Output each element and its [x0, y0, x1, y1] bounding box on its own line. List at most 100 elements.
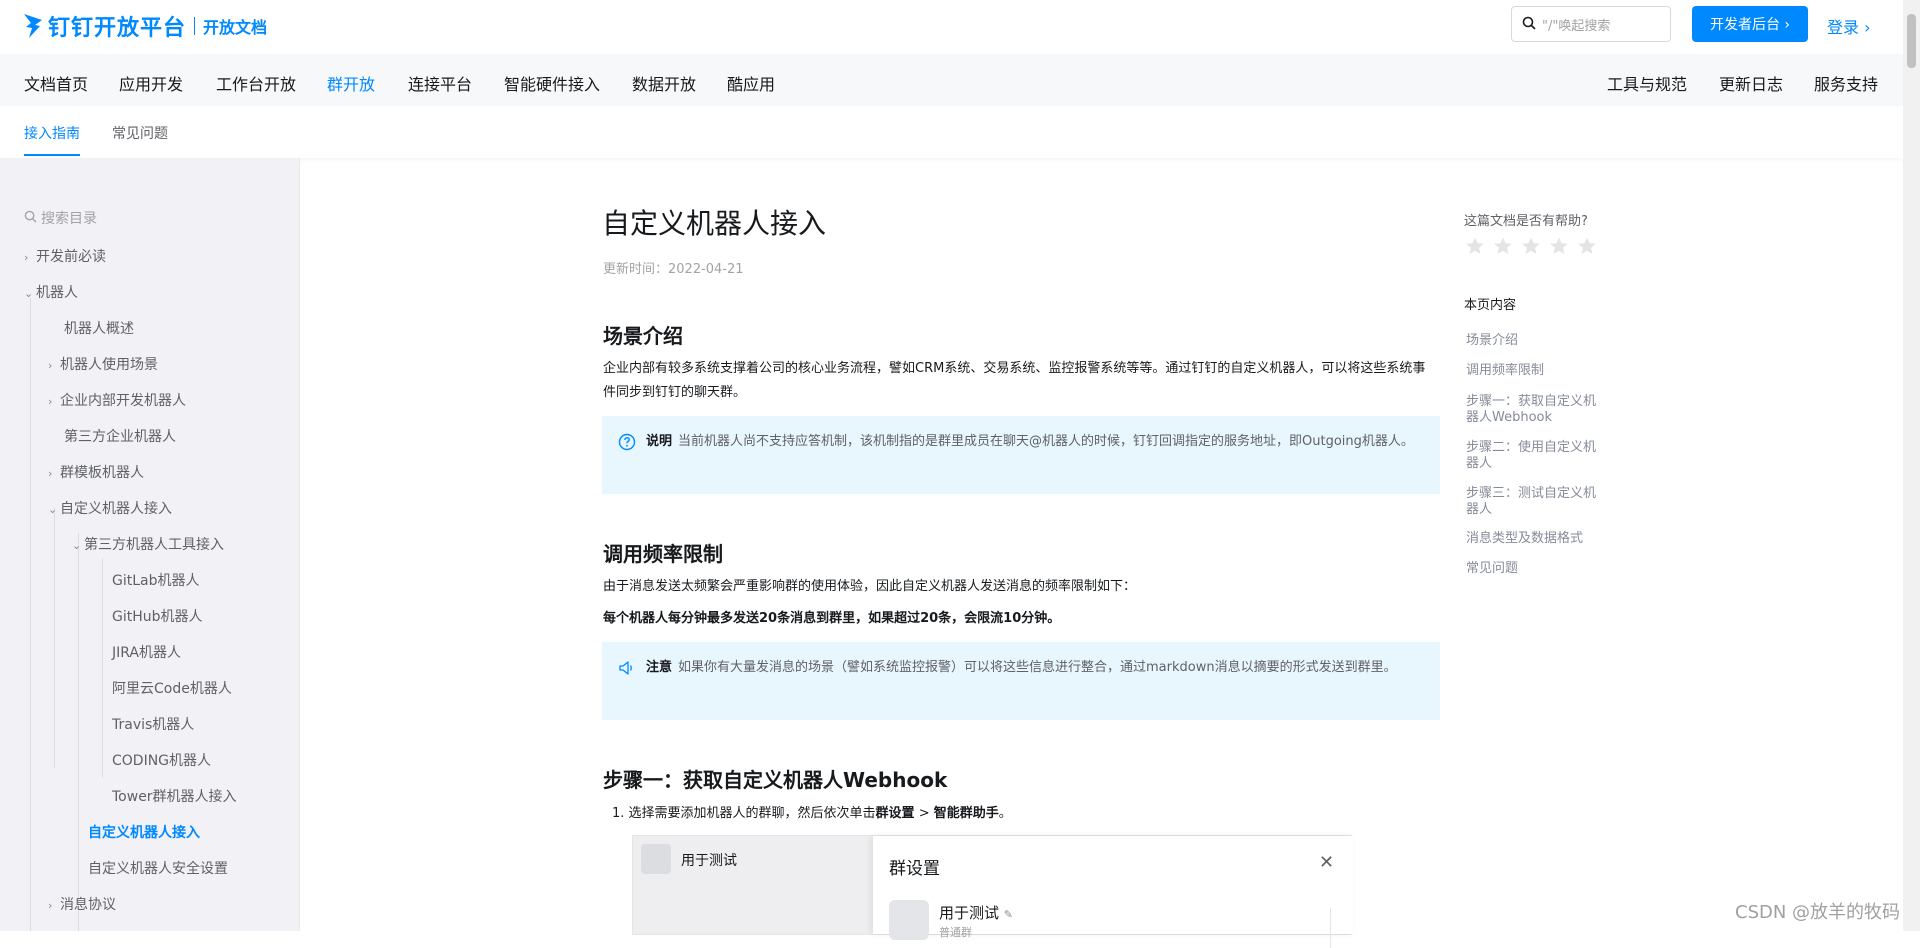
chat-list-pane: 用于测试: [633, 836, 873, 934]
toc-item-step3[interactable]: 步骤三：测试自定义机器人: [1466, 486, 1606, 518]
star-icon[interactable]: [1465, 236, 1485, 260]
toc-title: 本页内容: [1464, 298, 1517, 313]
chevron-right-icon: ›: [24, 251, 29, 264]
note-label: 注意: [646, 660, 673, 675]
chevron-down-icon: ⌄: [72, 539, 82, 552]
nav-app-dev[interactable]: 应用开发: [119, 71, 183, 95]
top-header: 钉钉开放平台 开放文档 "/"唤起搜索 开发者后台 › 登录 ›: [0, 0, 1903, 54]
nav-group-open[interactable]: 群开放: [327, 71, 375, 95]
nav-tools[interactable]: 工具与规范: [1607, 71, 1687, 95]
nav-cool-app[interactable]: 酷应用: [727, 71, 775, 95]
section-rate-bold: 每个机器人每分钟最多发送20条消息到群里，如果超过20条，会限流10分钟。: [603, 611, 1061, 626]
section-scene-text: 企业内部有较多系统支撑着公司的核心业务流程，譬如CRM系统、交易系统、监控报警系…: [603, 361, 1426, 400]
question-circle-icon: [618, 433, 636, 451]
sub-nav: 接入指南 常见问题: [0, 106, 1903, 158]
developer-console-button[interactable]: 开发者后台 ›: [1692, 6, 1808, 42]
star-icon[interactable]: [1521, 236, 1541, 260]
nav-connect[interactable]: 连接平台: [408, 71, 472, 95]
section-title-scene: 场景介绍: [603, 324, 683, 348]
note-label: 说明: [646, 434, 673, 449]
tree-item-template-robot[interactable]: › 群模板机器人: [48, 462, 144, 482]
nav-support[interactable]: 服务支持: [1814, 71, 1878, 95]
tree-item-robot-scenes[interactable]: › 机器人使用场景: [48, 354, 158, 374]
tree-item-travis[interactable]: Travis机器人: [112, 714, 194, 734]
page-scrollbar[interactable]: [1903, 0, 1920, 931]
nav-hardware[interactable]: 智能硬件接入: [504, 71, 600, 95]
tree-item-robot-overview[interactable]: 机器人概述: [64, 318, 134, 338]
edit-icon: ✎: [1003, 908, 1014, 921]
panel-group-name: 用于测试 ✎: [939, 904, 1014, 922]
toc-item-scene[interactable]: 场景介绍: [1466, 333, 1606, 349]
tree-item-security-settings[interactable]: 自定义机器人安全设置: [88, 858, 228, 878]
search-icon: [24, 210, 37, 227]
tree-item-gitlab[interactable]: GitLab机器人: [112, 570, 200, 590]
sidebar: 搜索目录 › 开发前必读 ⌄ 机器人 机器人概述 › 机器人使用场景 › 企业内部开发机…: [0, 158, 300, 931]
tree-item-third-party-tools[interactable]: ⌄ 第三方机器人工具接入: [72, 534, 224, 554]
main-nav: 文档首页 应用开发 工作台开放 群开放 连接平台 智能硬件接入 数据开放 酷应用…: [0, 54, 1903, 106]
nav-workbench[interactable]: 工作台开放: [216, 71, 296, 95]
tab-access-guide[interactable]: 接入指南: [24, 123, 80, 143]
note-text: 当前机器人尚不支持应答机制，该机制指的是群里成员在聊天@机器人的时候，钉钉回调指…: [678, 434, 1414, 449]
tree-item-github[interactable]: GitHub机器人: [112, 606, 203, 626]
login-link[interactable]: 登录 ›: [1827, 14, 1871, 38]
search-placeholder: "/"唤起搜索: [1542, 18, 1611, 34]
page-title: 自定义机器人接入: [602, 207, 827, 240]
chevron-down-icon: ⌄: [24, 287, 34, 300]
tree-item-custom-robot[interactable]: ⌄ 自定义机器人接入: [48, 498, 172, 518]
sidebar-search-placeholder: 搜索目录: [41, 211, 97, 227]
step1-instruction: 1. 选择需要添加机器人的群聊，然后依次单击群设置 > 智能群助手。: [612, 806, 1012, 821]
toc-item-step1[interactable]: 步骤一：获取自定义机器人Webhook: [1466, 394, 1606, 426]
star-icon[interactable]: [1549, 236, 1569, 260]
toc-item-rate-limit[interactable]: 调用频率限制: [1466, 363, 1606, 379]
helpful-question: 这篇文档是否有帮助?: [1464, 214, 1588, 229]
divider: [1330, 908, 1331, 948]
tree-item-third-party-robot[interactable]: 第三方企业机器人: [64, 426, 176, 446]
group-avatar: [889, 900, 929, 940]
tree-item-message-protocol[interactable]: › 消息协议: [48, 894, 116, 914]
tree-item-jira[interactable]: JIRA机器人: [112, 642, 181, 662]
toc-item-message-types[interactable]: 消息类型及数据格式: [1466, 531, 1606, 547]
note-text: 如果你有大量发消息的场景（譬如系统监控报警）可以将这些信息进行整合，通过mark…: [678, 660, 1397, 675]
nav-changelog[interactable]: 更新日志: [1719, 71, 1783, 95]
toc-item-step2[interactable]: 步骤二：使用自定义机器人: [1466, 440, 1606, 472]
tree-item-coding[interactable]: CODING机器人: [112, 750, 211, 770]
tree-item-custom-robot-access[interactable]: 自定义机器人接入: [88, 822, 200, 842]
toc-item-faq[interactable]: 常见问题: [1466, 561, 1606, 577]
warning-note: 注意 如果你有大量发消息的场景（譬如系统监控报警）可以将这些信息进行整合，通过ma…: [602, 642, 1440, 720]
updated-time: 更新时间：2022-04-21: [603, 262, 744, 277]
star-icon[interactable]: [1577, 236, 1597, 260]
active-tab-indicator: [24, 154, 80, 156]
nav-data-open[interactable]: 数据开放: [632, 71, 696, 95]
rating-stars[interactable]: [1465, 236, 1597, 260]
brand-sub: 开放文档: [203, 18, 268, 37]
group-settings-panel: 群设置 ✕ 用于测试 ✎ 普通群: [873, 836, 1353, 948]
chevron-right-icon: ›: [48, 359, 53, 372]
logo-divider: [194, 17, 196, 35]
tree-item-internal-robot[interactable]: › 企业内部开发机器人: [48, 390, 186, 410]
chat-group-name: 用于测试: [681, 853, 737, 869]
sidebar-search[interactable]: 搜索目录: [24, 208, 97, 228]
tree-item-robot[interactable]: ⌄ 机器人: [24, 282, 78, 302]
info-note: 说明 当前机器人尚不支持应答机制，该机制指的是群里成员在聊天@机器人的时候，钉钉回…: [602, 416, 1440, 494]
chevron-down-icon: ⌄: [48, 503, 58, 516]
tree-guide-line: [30, 298, 31, 931]
nav-docs-home[interactable]: 文档首页: [24, 71, 88, 95]
tab-faq[interactable]: 常见问题: [112, 123, 168, 143]
search-input[interactable]: "/"唤起搜索: [1511, 6, 1671, 42]
section-rate-text: 由于消息发送太频繁会严重影响群的使用体验，因此自定义机器人发送消息的频率限制如下…: [603, 579, 1137, 594]
tree-item-aliyun-code[interactable]: 阿里云Code机器人: [112, 678, 232, 698]
star-icon[interactable]: [1493, 236, 1513, 260]
close-icon[interactable]: ✕: [1319, 852, 1334, 873]
dingtalk-logo-icon: [22, 12, 44, 40]
search-icon: [1522, 15, 1536, 34]
tree-item-before-dev[interactable]: › 开发前必读: [24, 246, 106, 266]
scrollbar-thumb[interactable]: [1907, 14, 1916, 68]
section-title-rate-limit: 调用频率限制: [603, 542, 723, 566]
chevron-right-icon: ›: [48, 899, 53, 912]
group-settings-screenshot: 用于测试 群设置 ✕ 用于测试 ✎ 普通群: [632, 835, 1353, 948]
tree-item-tower[interactable]: Tower群机器人接入: [112, 786, 237, 806]
logo[interactable]: 钉钉开放平台 开放文档: [22, 10, 267, 42]
group-avatar: [641, 844, 671, 874]
panel-title: 群设置: [889, 859, 940, 879]
chevron-right-icon: ›: [48, 395, 53, 408]
